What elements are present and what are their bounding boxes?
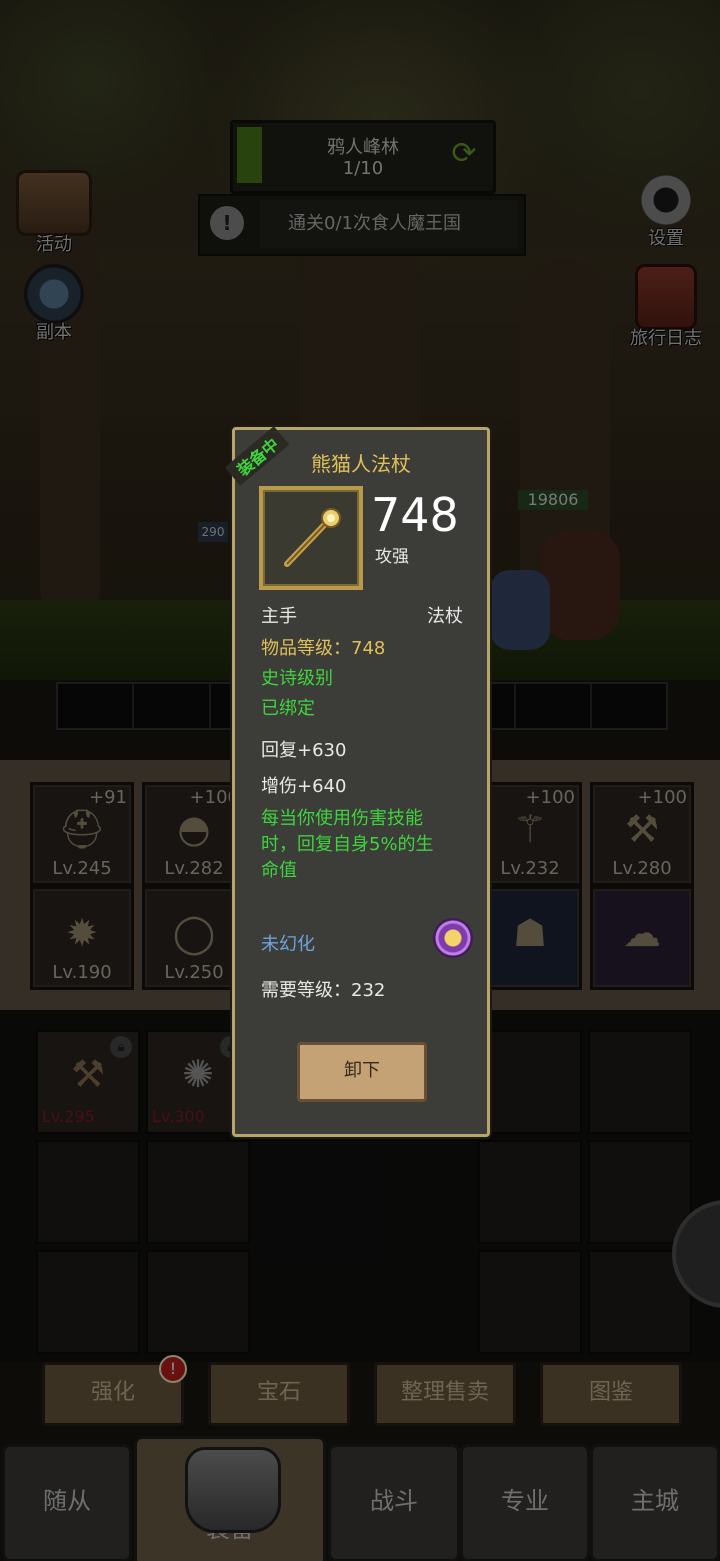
item-slot: 主手 xyxy=(261,606,297,627)
item-level-line: 物品等级：748 xyxy=(261,638,386,659)
item-bound: 已绑定 xyxy=(261,698,315,719)
item-stat-recovery: 回复+630 xyxy=(261,740,347,761)
illusion-status: 未幻化 xyxy=(261,934,315,955)
item-icon-frame xyxy=(259,486,363,590)
staff-icon xyxy=(284,508,341,567)
item-tooltip: 装备中 熊猫人法杖 748 攻强 主手 法杖 物品等级：748 史诗级别 已绑定… xyxy=(224,426,490,1137)
item-stat-damage: 增伤+640 xyxy=(261,776,347,797)
item-effect: 每当你使用伤害技能时，回复自身5%的生命值 xyxy=(261,808,434,881)
item-type: 法杖 xyxy=(427,606,463,627)
item-power-label: 攻强 xyxy=(375,547,409,567)
item-quality: 史诗级别 xyxy=(261,668,333,689)
unequip-button[interactable]: 卸下 xyxy=(297,1042,427,1102)
game-scene: 鸦人峰林 1/10 ⟳ ! 通关0/1次食人魔王国 活动 副本 设置 旅行日志 … xyxy=(0,0,720,1561)
item-power: 748 xyxy=(371,488,459,542)
item-name: 熊猫人法杖 xyxy=(311,452,411,476)
required-level: 需要等级：232 xyxy=(261,980,386,1001)
illusion-orb-icon[interactable] xyxy=(433,918,473,958)
